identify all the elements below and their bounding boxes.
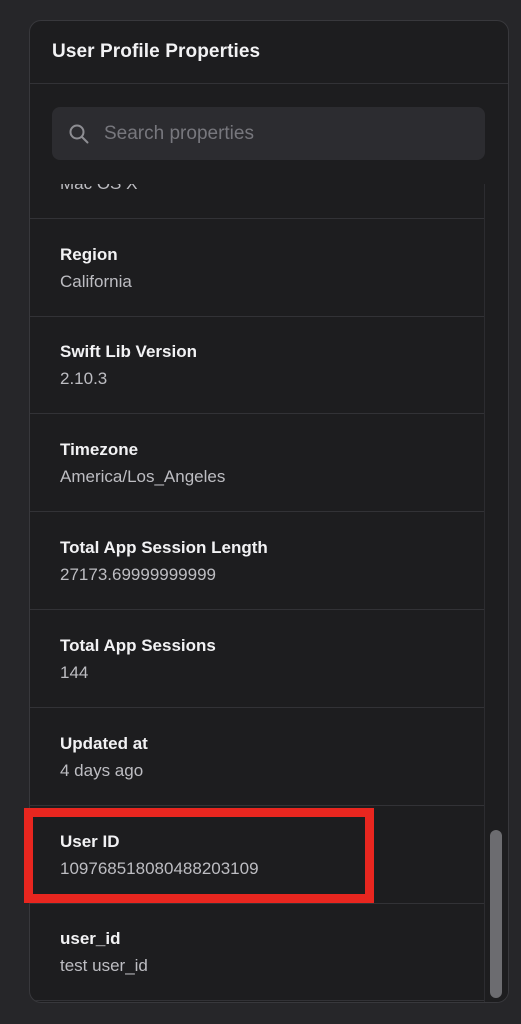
property-row-region[interactable]: Region California xyxy=(30,220,486,317)
scrollbar[interactable] xyxy=(484,184,508,1002)
property-value: America/Los_Angeles xyxy=(60,467,226,486)
property-name: user_id xyxy=(60,929,121,948)
property-value: 27173.69999999999 xyxy=(60,565,216,584)
property-value: 109768518080488203109 xyxy=(60,859,259,878)
property-value: Mac OS X xyxy=(60,184,137,194)
property-row-swift-lib-version[interactable]: Swift Lib Version 2.10.3 xyxy=(30,317,486,414)
properties-list[interactable]: Mac OS X Region California Swift Lib Ver… xyxy=(30,184,486,1002)
property-name: Total App Sessions xyxy=(60,636,216,655)
panel-header: User Profile Properties xyxy=(30,21,508,84)
property-row-user-id-lowercase[interactable]: user_id test user_id xyxy=(30,904,486,1001)
property-name: Updated at xyxy=(60,734,148,753)
property-name: Swift Lib Version xyxy=(60,342,197,361)
property-value: 2.10.3 xyxy=(60,369,108,388)
user-profile-properties-panel: User Profile Properties Mac OS X Region … xyxy=(29,20,509,1003)
property-name: Timezone xyxy=(60,440,139,459)
search-box[interactable] xyxy=(52,107,485,160)
property-row-timezone[interactable]: Timezone America/Los_Angeles xyxy=(30,415,486,512)
property-value: 144 xyxy=(60,663,89,682)
search-input[interactable] xyxy=(104,107,474,160)
panel-title: User Profile Properties xyxy=(52,41,261,62)
property-value: test user_id xyxy=(60,956,148,975)
scrollbar-thumb[interactable] xyxy=(490,830,502,998)
property-row-total-app-session-length[interactable]: Total App Session Length 27173.699999999… xyxy=(30,513,486,610)
property-value: 4 days ago xyxy=(60,761,144,780)
property-row-total-app-sessions[interactable]: Total App Sessions 144 xyxy=(30,611,486,708)
property-row[interactable]: Mac OS X xyxy=(30,184,486,219)
property-row-user-id[interactable]: User ID 109768518080488203109 xyxy=(30,807,486,904)
property-name: User ID xyxy=(60,832,120,851)
search-area xyxy=(30,84,508,184)
property-name: Total App Session Length xyxy=(60,538,268,557)
search-icon xyxy=(69,124,89,144)
property-value: California xyxy=(60,272,132,291)
property-row-updated-at[interactable]: Updated at 4 days ago xyxy=(30,709,486,806)
property-name: Region xyxy=(60,245,118,264)
